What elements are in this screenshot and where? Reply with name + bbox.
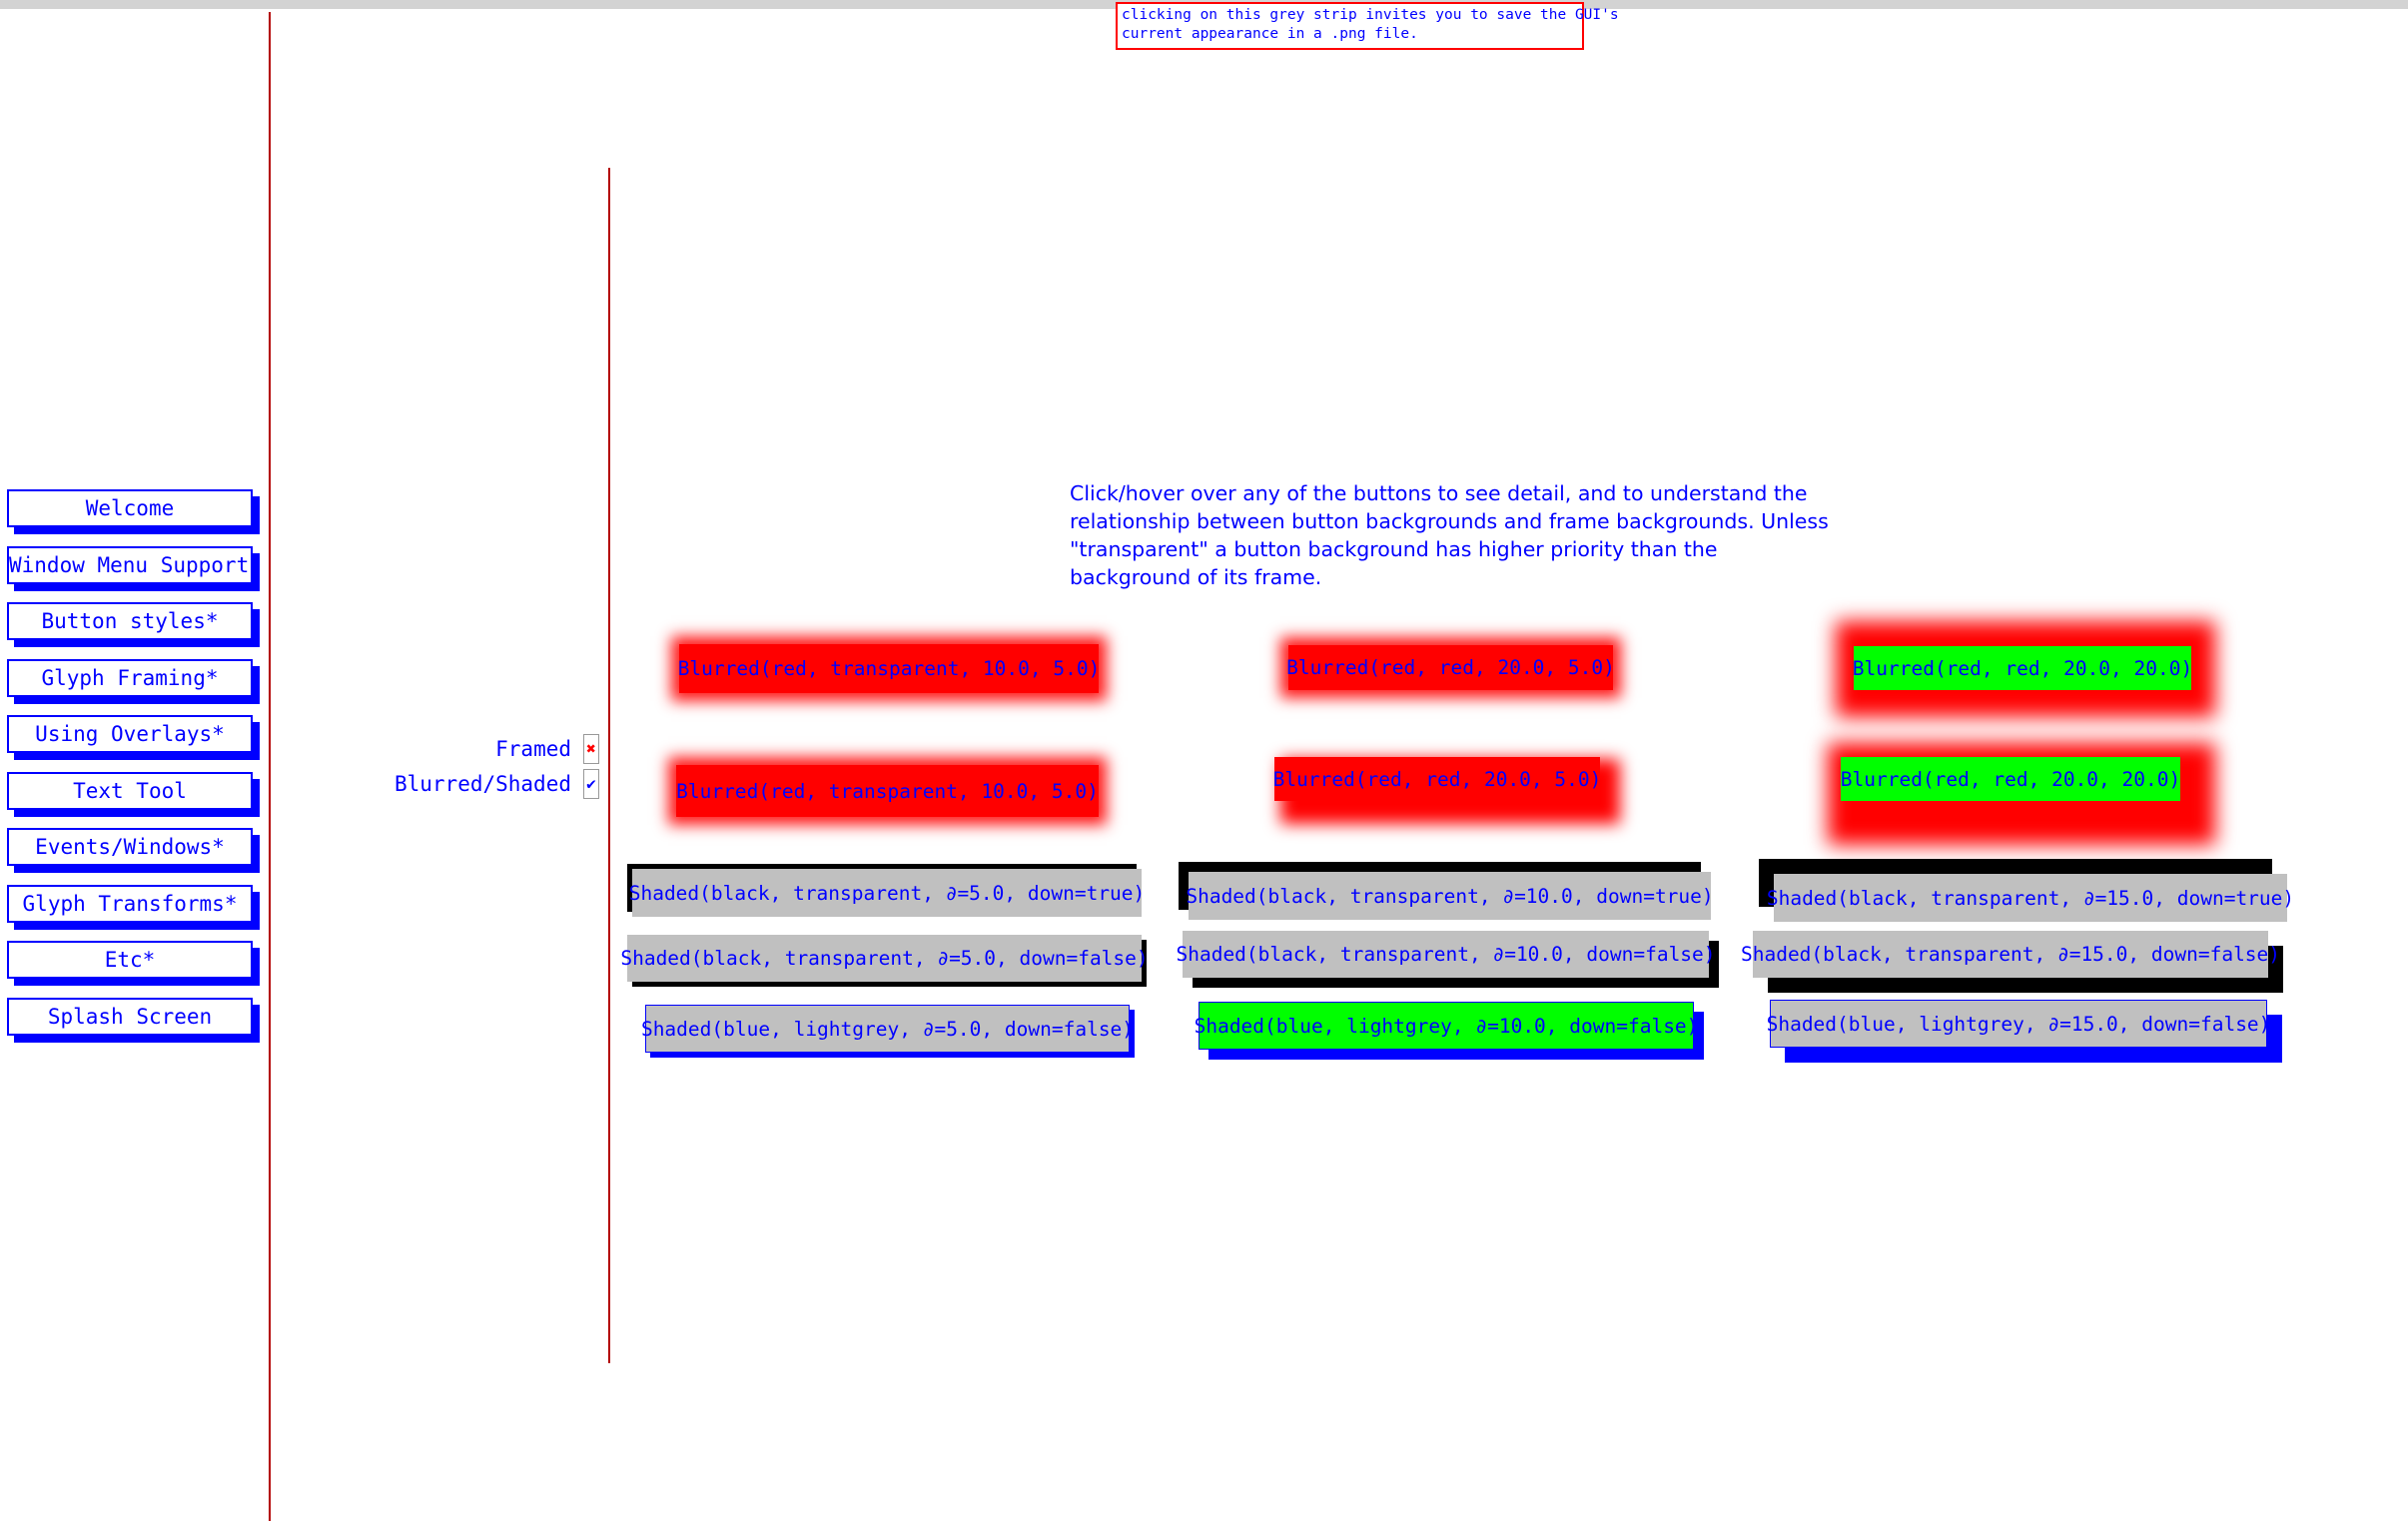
- blurred-red-transparent-down-button[interactable]: Blurred(red, transparent, 10.0, 5.0): [676, 765, 1099, 817]
- shaded-black-5-down-button[interactable]: Shaded(black, transparent, ∂=5.0, down=t…: [629, 869, 1145, 917]
- shaded-blue-5-button[interactable]: Shaded(blue, lightgrey, ∂=5.0, down=fals…: [641, 1005, 1134, 1053]
- framed-label: Framed: [495, 737, 571, 761]
- shaded-black-15-up-button[interactable]: Shaded(black, transparent, ∂=15.0, down=…: [1741, 931, 2280, 978]
- shaded-black-10-down-button[interactable]: Shaded(black, transparent, ∂=10.0, down=…: [1186, 872, 1714, 920]
- shaded-black-15-down-button[interactable]: Shaded(black, transparent, ∂=15.0, down=…: [1767, 874, 2294, 922]
- check-icon: ✔: [586, 774, 596, 793]
- blurred-shaded-checkbox[interactable]: ✔: [583, 769, 599, 799]
- save-png-note: clicking on this grey strip invites you …: [1116, 2, 1619, 50]
- menu-events-windows-button[interactable]: Events/Windows*: [7, 828, 253, 866]
- blurred-shaded-label: Blurred/Shaded: [394, 772, 571, 796]
- save-note-line: current appearance in a .png file.: [1122, 26, 1418, 42]
- menu-button-styles-button[interactable]: Button styles*: [7, 602, 253, 640]
- options-divider: [608, 168, 610, 1363]
- menu-divider: [269, 12, 271, 1521]
- menu-glyph-transforms-button[interactable]: Glyph Transforms*: [7, 885, 253, 923]
- shaded-blue-10-button[interactable]: Shaded(blue, lightgrey, ∂=10.0, down=fal…: [1195, 1002, 1698, 1050]
- blurred-red-transparent-button[interactable]: Blurred(red, transparent, 10.0, 5.0): [678, 644, 1100, 693]
- menu-window-menu-support-button[interactable]: Window Menu Support*: [7, 546, 253, 584]
- menu-etc-button[interactable]: Etc*: [7, 941, 253, 979]
- menu-text-tool-button[interactable]: Text Tool: [7, 772, 253, 810]
- cross-icon: ✖: [586, 739, 596, 758]
- blurred-red-red-20-button[interactable]: Blurred(red, red, 20.0, 20.0): [1853, 646, 2192, 690]
- menu-using-overlays-button[interactable]: Using Overlays*: [7, 715, 253, 753]
- blurred-red-red-5-button[interactable]: Blurred(red, red, 20.0, 5.0): [1286, 645, 1615, 690]
- shaded-blue-15-button[interactable]: Shaded(blue, lightgrey, ∂=15.0, down=fal…: [1767, 1000, 2270, 1048]
- menu-glyph-framing-button[interactable]: Glyph Framing*: [7, 659, 253, 697]
- hint-text: Click/hover over any of the buttons to s…: [1070, 479, 1889, 591]
- menu-welcome-button[interactable]: Welcome: [7, 489, 253, 527]
- shaded-black-5-up-button[interactable]: Shaded(black, transparent, ∂=5.0, down=f…: [620, 935, 1149, 982]
- hint-line: relationship between button backgrounds …: [1070, 509, 1829, 533]
- hint-line: background of its frame.: [1070, 565, 1322, 589]
- menu-splash-screen-button[interactable]: Splash Screen: [7, 998, 253, 1036]
- hint-line: Click/hover over any of the buttons to s…: [1070, 481, 1808, 505]
- framed-checkbox[interactable]: ✖: [583, 734, 599, 764]
- blurred-red-red-20-down-button[interactable]: Blurred(red, red, 20.0, 20.0): [1841, 757, 2180, 801]
- save-note-line: clicking on this grey strip invites you …: [1122, 7, 1619, 23]
- hint-line: "transparent" a button background has hi…: [1070, 537, 1718, 561]
- blurred-red-red-5-down-button[interactable]: Blurred(red, red, 20.0, 5.0): [1273, 757, 1601, 801]
- shaded-black-10-up-button[interactable]: Shaded(black, transparent, ∂=10.0, down=…: [1176, 931, 1716, 978]
